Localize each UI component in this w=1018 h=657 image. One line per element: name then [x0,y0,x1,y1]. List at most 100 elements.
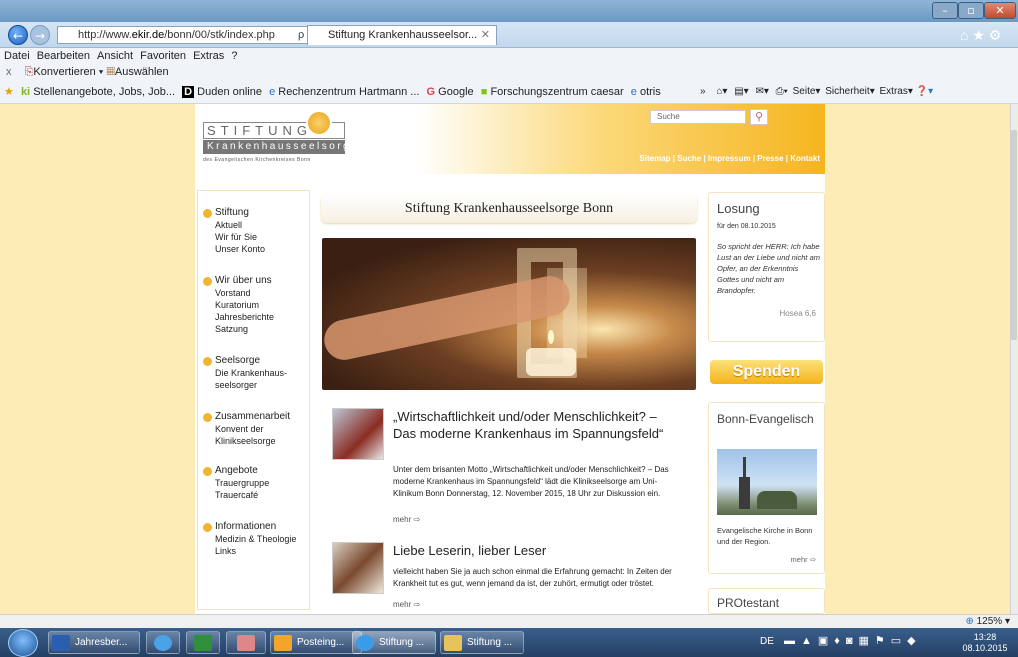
scrollbar-thumb[interactable] [1011,130,1017,340]
menu-bearbeiten[interactable]: Bearbeiten [37,50,90,62]
fav-duden[interactable]: D Duden online [182,80,262,104]
command-bar: x ⎘Konvertieren ▾ ▦Auswählen [0,64,1018,80]
bonn-more-link[interactable]: mehr ⇨ [791,555,816,564]
menu-extras-cmd[interactable]: Extras [880,86,908,97]
minimize-button[interactable]: – [932,2,958,19]
forward-button[interactable]: → [30,25,50,45]
fav-rechenzentrum[interactable]: e Rechenzentrum Hartmann ... [269,80,419,104]
article2-title[interactable]: Liebe Leserin, lieber Leser [393,542,673,559]
google-icon: G [426,86,436,98]
zoom-control[interactable]: ⊕ 125% ▾ [965,615,1010,629]
menu-help[interactable]: ? [231,50,237,62]
feeds-icon[interactable]: ▤▾ [734,86,748,97]
home-star-gear-icons[interactable]: ⌂ ★ ⚙ [960,27,1001,44]
protestant-title[interactable]: PROtestant [717,596,779,610]
taskbar-excel[interactable] [186,631,220,654]
tray-icons[interactable]: ▬▲▣♦◙▦⚑▭◆ [784,634,922,647]
clock[interactable]: 13:28 08.10.2015 [960,632,1010,654]
nav-item-trauergruppe[interactable]: Trauergruppe [203,477,269,489]
home-icon[interactable]: ⌂▾ [716,86,727,97]
close-button[interactable]: ✕ [984,2,1016,19]
search-icon[interactable]: ⚲ [750,109,768,125]
help-icon[interactable]: ❓▾ [916,86,933,97]
chevron-more-icon[interactable]: » [700,86,706,97]
nav-item-vorstand[interactable]: Vorstand [203,287,274,299]
back-button[interactable]: ← [8,25,28,45]
fav-stellenangebote[interactable]: ki Stellenangebote, Jobs, Job... [21,80,175,104]
taskbar-explorer-switch[interactable] [146,631,180,654]
nav-item-wir-fuer-sie[interactable]: Wir für Sie [203,231,265,243]
window-titlebar [0,0,1018,22]
print-icon[interactable]: ⎙▾ [776,86,788,97]
nav-section-stiftung: Stiftung Aktuell Wir für Sie Unser Konto [203,207,265,255]
nav-item-seelsorger[interactable]: seelsorger [203,379,287,391]
language-indicator[interactable]: DE [760,636,774,647]
taskbar-word[interactable]: Jahresber... [48,631,140,654]
nav-head-wir-ueber-uns[interactable]: Wir über uns [203,275,274,287]
taskbar-label: Stiftung ... [467,637,513,648]
fav-google[interactable]: G Google [427,80,474,104]
menu-seite[interactable]: Seite [793,86,816,97]
article2-more-link[interactable]: mehr ⇨ [393,600,420,609]
nav-item-konvent[interactable]: Konvent der [203,423,290,435]
nav-head-informationen[interactable]: Informationen [203,521,296,533]
nav-head-zusammenarbeit[interactable]: Zusammenarbeit [203,411,290,423]
menu-sicherheit[interactable]: Sicherheit [825,86,869,97]
losung-text: So spricht der HERR: Ich habe Lust an de… [717,242,820,295]
church-image[interactable] [717,449,817,515]
article1-more-link[interactable]: mehr ⇨ [393,515,420,524]
taskbar-label: Stiftung ... [379,637,425,648]
nav-item-trauercafe[interactable]: Trauercafé [203,489,269,501]
nav-item-klinikseelsorge[interactable]: Klinikseelsorge [203,435,290,447]
nav-head-seelsorge[interactable]: Seelsorge [203,355,287,367]
article1-title[interactable]: „Wirtschaftlichkeit und/oder Menschlichk… [393,408,673,442]
logo-subtitle[interactable]: Krankenhausseelsorge [203,140,357,154]
nav-section-zusammenarbeit: Zusammenarbeit Konvent der Klinikseelsor… [203,411,290,447]
bonn-text: Evangelische Kirche in Bonn und der Regi… [717,526,813,546]
nav-item-links[interactable]: Links [203,545,296,557]
ki-icon: ki [20,86,31,98]
menu-ansicht[interactable]: Ansicht [97,50,133,62]
favorites-star-icon[interactable]: ★ [4,80,14,104]
taskbar-outlook[interactable]: Posteing... [270,631,362,654]
tab-stiftung[interactable]: Stiftung Krankenhausseelsor... ✕ [307,25,497,45]
article2-thumbnail[interactable] [332,542,384,594]
taskbar-pi[interactable] [226,631,266,654]
zoom-level: 125% [976,616,1003,627]
taskbar-folder[interactable]: Stiftung ... [440,631,524,654]
site-search-input[interactable]: Suche [650,110,746,124]
cmdbar-close-icon[interactable]: x [6,66,12,78]
mail-icon[interactable]: ✉▾ [755,86,768,97]
tab-close-icon[interactable]: ✕ [481,26,490,45]
menu-favoriten[interactable]: Favoriten [140,50,186,62]
ie-icon: e [269,86,276,98]
url-prefix: http://www. [78,29,132,41]
maximize-button[interactable]: ▫ [958,2,984,19]
taskbar-ie[interactable]: Stiftung ... [352,631,436,654]
url-domain: ekir.de [131,29,165,41]
bonn-title[interactable]: Bonn-Evangelisch [717,411,817,428]
fav-label: otris [639,86,661,98]
losung-title: Losung [717,201,760,216]
spenden-button[interactable]: Spenden [710,360,823,384]
nav-head-angebote[interactable]: Angebote [203,465,269,477]
fav-label: Stellenangebote, Jobs, Job... [33,86,176,98]
header-links[interactable]: Sitemap | Suche | Impressum | Presse | K… [600,154,820,163]
url-path: /bonn/00/stk/index.php [164,29,275,41]
article1-thumbnail[interactable] [332,408,384,460]
nav-item-kuratorium[interactable]: Kuratorium [203,299,274,311]
fav-otris[interactable]: e otris [631,80,661,104]
fav-caesar[interactable]: ■ Forschungszentrum caesar [481,80,624,104]
nav-item-unser-konto[interactable]: Unser Konto [203,243,265,255]
start-button[interactable] [8,629,38,657]
nav-item-satzung[interactable]: Satzung [203,323,274,335]
select-button[interactable]: Auswählen [115,66,169,78]
nav-head-stiftung[interactable]: Stiftung [203,207,265,219]
nav-item-medizin-theologie[interactable]: Medizin & Theologie [203,533,296,545]
nav-item-aktuell[interactable]: Aktuell [203,219,265,231]
menu-datei[interactable]: Datei [4,50,30,62]
menu-extras[interactable]: Extras [193,50,224,62]
convert-button[interactable]: Konvertieren [33,66,95,78]
nav-item-krankenhaus[interactable]: Die Krankenhaus- [203,367,287,379]
nav-item-jahresberichte[interactable]: Jahresberichte [203,311,274,323]
